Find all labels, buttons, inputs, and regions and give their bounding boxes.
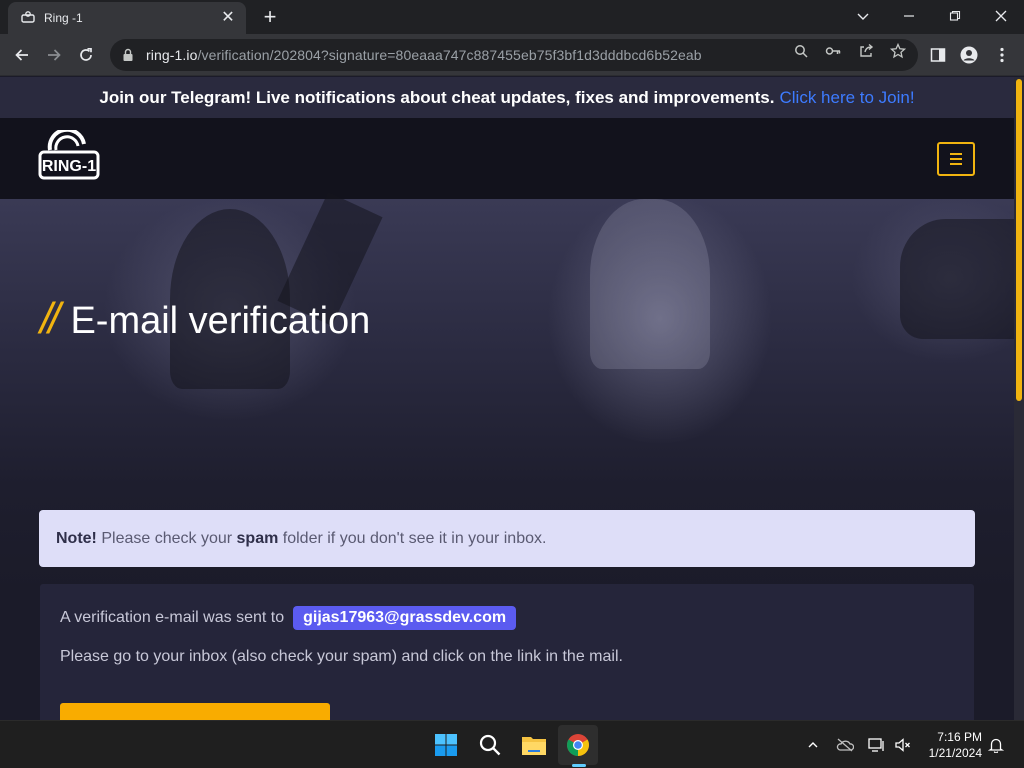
logo-text: RING-1 <box>42 158 96 175</box>
note-label: Note! <box>56 529 97 547</box>
instruction-text: Please go to your inbox (also check your… <box>60 648 623 665</box>
sent-line: A verification e-mail was sent to gijas1… <box>60 606 517 630</box>
windows-start-icon[interactable] <box>426 725 466 765</box>
taskbar-clock[interactable]: 7:16 PM 1/21/2024 <box>912 729 982 761</box>
browser-toolbar: ring-1.io/verification/202804?signature=… <box>0 34 1024 76</box>
hero-figure-right <box>900 219 1014 339</box>
menu-bar <box>950 158 962 160</box>
share-icon[interactable] <box>857 42 875 60</box>
site-navbar: RING-1 <box>0 118 1014 199</box>
lock-icon[interactable] <box>122 48 136 62</box>
site-favicon-icon <box>20 10 36 26</box>
sent-text: A verification e-mail was sent to <box>60 609 285 626</box>
web-page: Join our Telegram! Live notifications ab… <box>0 77 1014 720</box>
onedrive-icon[interactable] <box>835 735 855 755</box>
browser-tab[interactable]: Ring -1 ✕ <box>8 2 246 34</box>
restore-icon[interactable] <box>932 0 978 32</box>
browser-tab-bar: Ring -1 ✕ + <box>0 0 1024 34</box>
password-key-icon[interactable] <box>824 42 842 60</box>
side-panel-icon[interactable] <box>928 45 948 65</box>
search-icon[interactable] <box>470 725 510 765</box>
telegram-banner: Join our Telegram! Live notifications ab… <box>0 77 1014 118</box>
heading-slashes: // <box>40 294 61 343</box>
hero-figure-center <box>590 199 710 369</box>
minimize-icon[interactable] <box>886 0 932 32</box>
close-window-icon[interactable] <box>978 0 1024 32</box>
clock-date: 1/21/2024 <box>928 746 982 760</box>
note-text-after: folder if you don't see it in your inbox… <box>282 529 547 547</box>
spam-note-alert: Note! Please check your spam folder if y… <box>39 510 975 567</box>
page-scrollbar[interactable] <box>1014 77 1024 720</box>
note-text-before: Please check your <box>101 529 233 547</box>
forward-arrow-icon[interactable] <box>40 41 68 69</box>
file-explorer-icon[interactable] <box>514 725 554 765</box>
kebab-menu-icon[interactable] <box>992 45 1012 65</box>
zoom-search-icon[interactable] <box>792 42 810 60</box>
hamburger-menu-button[interactable] <box>937 142 975 176</box>
menu-bar <box>950 163 962 165</box>
volume-muted-icon[interactable] <box>893 735 913 755</box>
tab-title: Ring -1 <box>44 11 83 25</box>
note-spam-word: spam <box>236 529 279 547</box>
scrollbar-thumb[interactable] <box>1016 79 1022 401</box>
network-icon[interactable] <box>867 735 887 755</box>
back-arrow-icon[interactable] <box>8 41 36 69</box>
notification-bell-icon[interactable] <box>986 735 1006 755</box>
banner-text: Join our Telegram! Live notifications ab… <box>99 87 775 107</box>
profile-avatar-icon[interactable] <box>959 45 979 65</box>
page-title: E-mail verification <box>70 300 371 342</box>
email-badge: gijas17963@grassdev.com <box>293 606 517 630</box>
resend-verification-button[interactable]: Resend verification mail <box>60 703 330 720</box>
url-text: ring-1.io/verification/202804?signature=… <box>146 47 702 63</box>
hero-section: // E-mail verification Note! Please chec… <box>0 191 1014 720</box>
page-heading: // E-mail verification <box>40 294 370 344</box>
clock-time: 7:16 PM <box>937 730 982 744</box>
tab-search-chevron-icon[interactable] <box>840 0 886 32</box>
verification-card: A verification e-mail was sent to gijas1… <box>40 584 974 720</box>
windows-taskbar: 7:16 PM 1/21/2024 <box>0 720 1024 768</box>
active-app-indicator <box>572 764 586 767</box>
bookmark-star-icon[interactable] <box>889 42 907 60</box>
url-host: ring-1.io <box>146 47 198 63</box>
new-tab-button[interactable]: + <box>258 6 282 30</box>
tray-chevron-up-icon[interactable] <box>803 735 823 755</box>
reload-icon[interactable] <box>72 41 100 69</box>
url-path: /verification/202804?signature=80eaaa747… <box>197 47 702 63</box>
join-telegram-link[interactable]: Click here to Join! <box>779 88 914 108</box>
menu-bar <box>950 153 962 155</box>
chrome-taskbar-icon[interactable] <box>558 725 598 765</box>
tab-close-icon[interactable]: ✕ <box>218 8 238 28</box>
ring-1-logo[interactable]: RING-1 <box>38 127 100 182</box>
